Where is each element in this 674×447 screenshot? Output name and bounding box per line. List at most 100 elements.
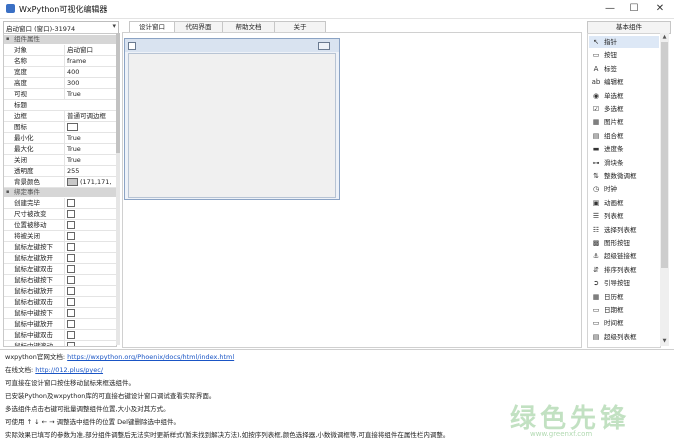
property-value[interactable]: True xyxy=(64,155,116,165)
event-checkbox[interactable] xyxy=(67,220,75,229)
event-checkbox-cell[interactable] xyxy=(64,330,116,340)
palette-item[interactable]: ▩ 图形按钮 xyxy=(589,237,659,249)
event-checkbox-cell[interactable] xyxy=(64,242,116,252)
event-checkbox[interactable] xyxy=(67,231,75,240)
property-value[interactable]: 普通可调边框 xyxy=(64,111,116,121)
property-value[interactable]: (171,171, xyxy=(64,177,116,187)
icon-picker-box[interactable] xyxy=(67,122,78,131)
palette-item[interactable]: ☰ 列表框 xyxy=(589,210,659,222)
palette-item[interactable]: ⇵ 排序列表框 xyxy=(589,264,659,276)
designed-frame[interactable] xyxy=(124,38,340,200)
event-checkbox-cell[interactable] xyxy=(64,220,116,230)
property-row[interactable]: 对象 启动窗口 xyxy=(4,45,116,56)
property-value[interactable]: 300 xyxy=(64,78,116,88)
property-row[interactable]: 背景颜色 (171,171, xyxy=(4,177,116,188)
property-row[interactable]: 关闭 True xyxy=(4,155,116,166)
property-row[interactable]: 可视 True xyxy=(4,89,116,100)
event-row[interactable]: 鼠标右键放开 xyxy=(4,286,116,297)
event-checkbox-cell[interactable] xyxy=(64,253,116,263)
event-checkbox[interactable] xyxy=(67,319,75,328)
maximize-button[interactable]: ☐ xyxy=(622,0,646,18)
scroll-up-icon[interactable]: ▲ xyxy=(660,33,669,42)
event-checkbox[interactable] xyxy=(67,242,75,251)
event-checkbox-cell[interactable] xyxy=(64,308,116,318)
event-checkbox-cell[interactable] xyxy=(64,275,116,285)
palette-item[interactable]: ◷ 时钟 xyxy=(589,183,659,195)
property-row[interactable]: 标题 xyxy=(4,100,116,111)
event-row[interactable]: 鼠标中键按下 xyxy=(4,308,116,319)
palette-item[interactable]: ▬ 进度条 xyxy=(589,143,659,155)
event-row[interactable]: 鼠标右键按下 xyxy=(4,275,116,286)
property-row[interactable]: 最大化 True xyxy=(4,144,116,155)
property-row[interactable]: 透明度 255 xyxy=(4,166,116,177)
property-row[interactable]: 边框 普通可调边框 xyxy=(4,111,116,122)
property-value[interactable]: 启动窗口 xyxy=(64,45,116,55)
component-palette[interactable]: ↖ 指针 ▭ 按钮 A 标签 ab 编辑框 ◉ 单选框 ☑ 多选框 ▦ 图片框 ▤ 组合框 ▬ 进度条 ⊶ 滑块条 ⇅ 整… xyxy=(587,33,661,348)
property-value[interactable]: True xyxy=(64,133,116,143)
palette-item[interactable]: ▦ 图片框 xyxy=(589,116,659,128)
event-checkbox-cell[interactable] xyxy=(64,286,116,296)
property-value[interactable]: frame xyxy=(64,56,116,66)
event-checkbox[interactable] xyxy=(67,330,75,339)
event-checkbox[interactable] xyxy=(67,297,75,306)
event-checkbox-cell[interactable] xyxy=(64,319,116,329)
designed-frame-titlebar[interactable] xyxy=(125,39,339,52)
property-row[interactable]: 高度 300 xyxy=(4,78,116,89)
palette-item[interactable]: ▭ 日期框 xyxy=(589,304,659,316)
event-row[interactable]: 鼠标右键双击 xyxy=(4,297,116,308)
palette-item[interactable]: ↖ 指针 xyxy=(589,36,659,48)
property-value[interactable]: True xyxy=(64,144,116,154)
property-value[interactable]: True xyxy=(64,89,116,99)
event-row[interactable]: 将被关闭 xyxy=(4,231,116,242)
event-row[interactable]: 位置被移动 xyxy=(4,220,116,231)
palette-item[interactable]: ⇅ 整数微调框 xyxy=(589,170,659,182)
property-value[interactable] xyxy=(64,122,116,132)
event-checkbox-cell[interactable] xyxy=(64,297,116,307)
event-row[interactable]: 鼠标左键按下 xyxy=(4,242,116,253)
event-checkbox[interactable] xyxy=(67,209,75,218)
event-checkbox[interactable] xyxy=(67,286,75,295)
palette-item[interactable]: ab 编辑框 xyxy=(589,76,659,88)
doc-link[interactable]: https://wxpython.org/Phoenix/docs/html/i… xyxy=(67,353,234,361)
designed-frame-client[interactable] xyxy=(128,53,336,198)
event-checkbox[interactable] xyxy=(67,275,75,284)
event-row[interactable]: 鼠标左键放开 xyxy=(4,253,116,264)
property-row[interactable]: 图标 xyxy=(4,122,116,133)
property-grid[interactable]: ▪ 组件属性 对象 启动窗口 名称 frame 宽度 400 高度 300 可视 True 标题 边框 普通… xyxy=(3,33,117,347)
event-checkbox-cell[interactable] xyxy=(64,341,116,346)
palette-item[interactable]: A 标签 xyxy=(589,63,659,75)
property-value[interactable]: 400 xyxy=(64,67,116,77)
event-checkbox-cell[interactable] xyxy=(64,231,116,241)
palette-item[interactable]: ▤ 超级列表框 xyxy=(589,331,659,343)
minimize-button[interactable]: — xyxy=(598,0,622,18)
palette-item[interactable]: ☷ 选择列表框 xyxy=(589,224,659,236)
event-row[interactable]: 鼠标左键双击 xyxy=(4,264,116,275)
event-checkbox-cell[interactable] xyxy=(64,198,116,208)
palette-item[interactable]: ▭ 时间框 xyxy=(589,317,659,329)
close-button[interactable]: ✕ xyxy=(648,0,672,18)
event-row[interactable]: 鼠标中键双击 xyxy=(4,330,116,341)
property-scrollbar-thumb[interactable] xyxy=(116,33,120,153)
palette-item[interactable]: ▭ 按钮 xyxy=(589,49,659,61)
palette-item[interactable]: ⊶ 滑块条 xyxy=(589,157,659,169)
property-row[interactable]: 名称 frame xyxy=(4,56,116,67)
property-row[interactable]: 宽度 400 xyxy=(4,67,116,78)
event-row[interactable]: 创建完毕 xyxy=(4,198,116,209)
palette-item[interactable]: ◉ 单选框 xyxy=(589,90,659,102)
palette-item[interactable]: ▤ 组合框 xyxy=(589,130,659,142)
property-category[interactable]: ▪ 绑定事件 xyxy=(4,188,116,197)
property-value[interactable]: 255 xyxy=(64,166,116,176)
palette-item[interactable]: ⚓ 超级链接框 xyxy=(589,250,659,262)
palette-item[interactable]: ➲ 引导按钮 xyxy=(589,277,659,289)
online-doc-link[interactable]: http://012.plus/pyec/ xyxy=(35,366,103,374)
palette-scrollbar-thumb[interactable] xyxy=(661,42,668,268)
event-row[interactable]: 尺寸被改变 xyxy=(4,209,116,220)
property-row[interactable]: 最小化 True xyxy=(4,133,116,144)
color-swatch[interactable] xyxy=(67,177,78,186)
palette-item[interactable]: ☑ 多选框 xyxy=(589,103,659,115)
palette-item[interactable]: ▦ 日历框 xyxy=(589,291,659,303)
event-row[interactable]: 鼠标中键放开 xyxy=(4,319,116,330)
event-checkbox[interactable] xyxy=(67,253,75,262)
event-checkbox[interactable] xyxy=(67,264,75,273)
event-checkbox[interactable] xyxy=(67,341,75,346)
